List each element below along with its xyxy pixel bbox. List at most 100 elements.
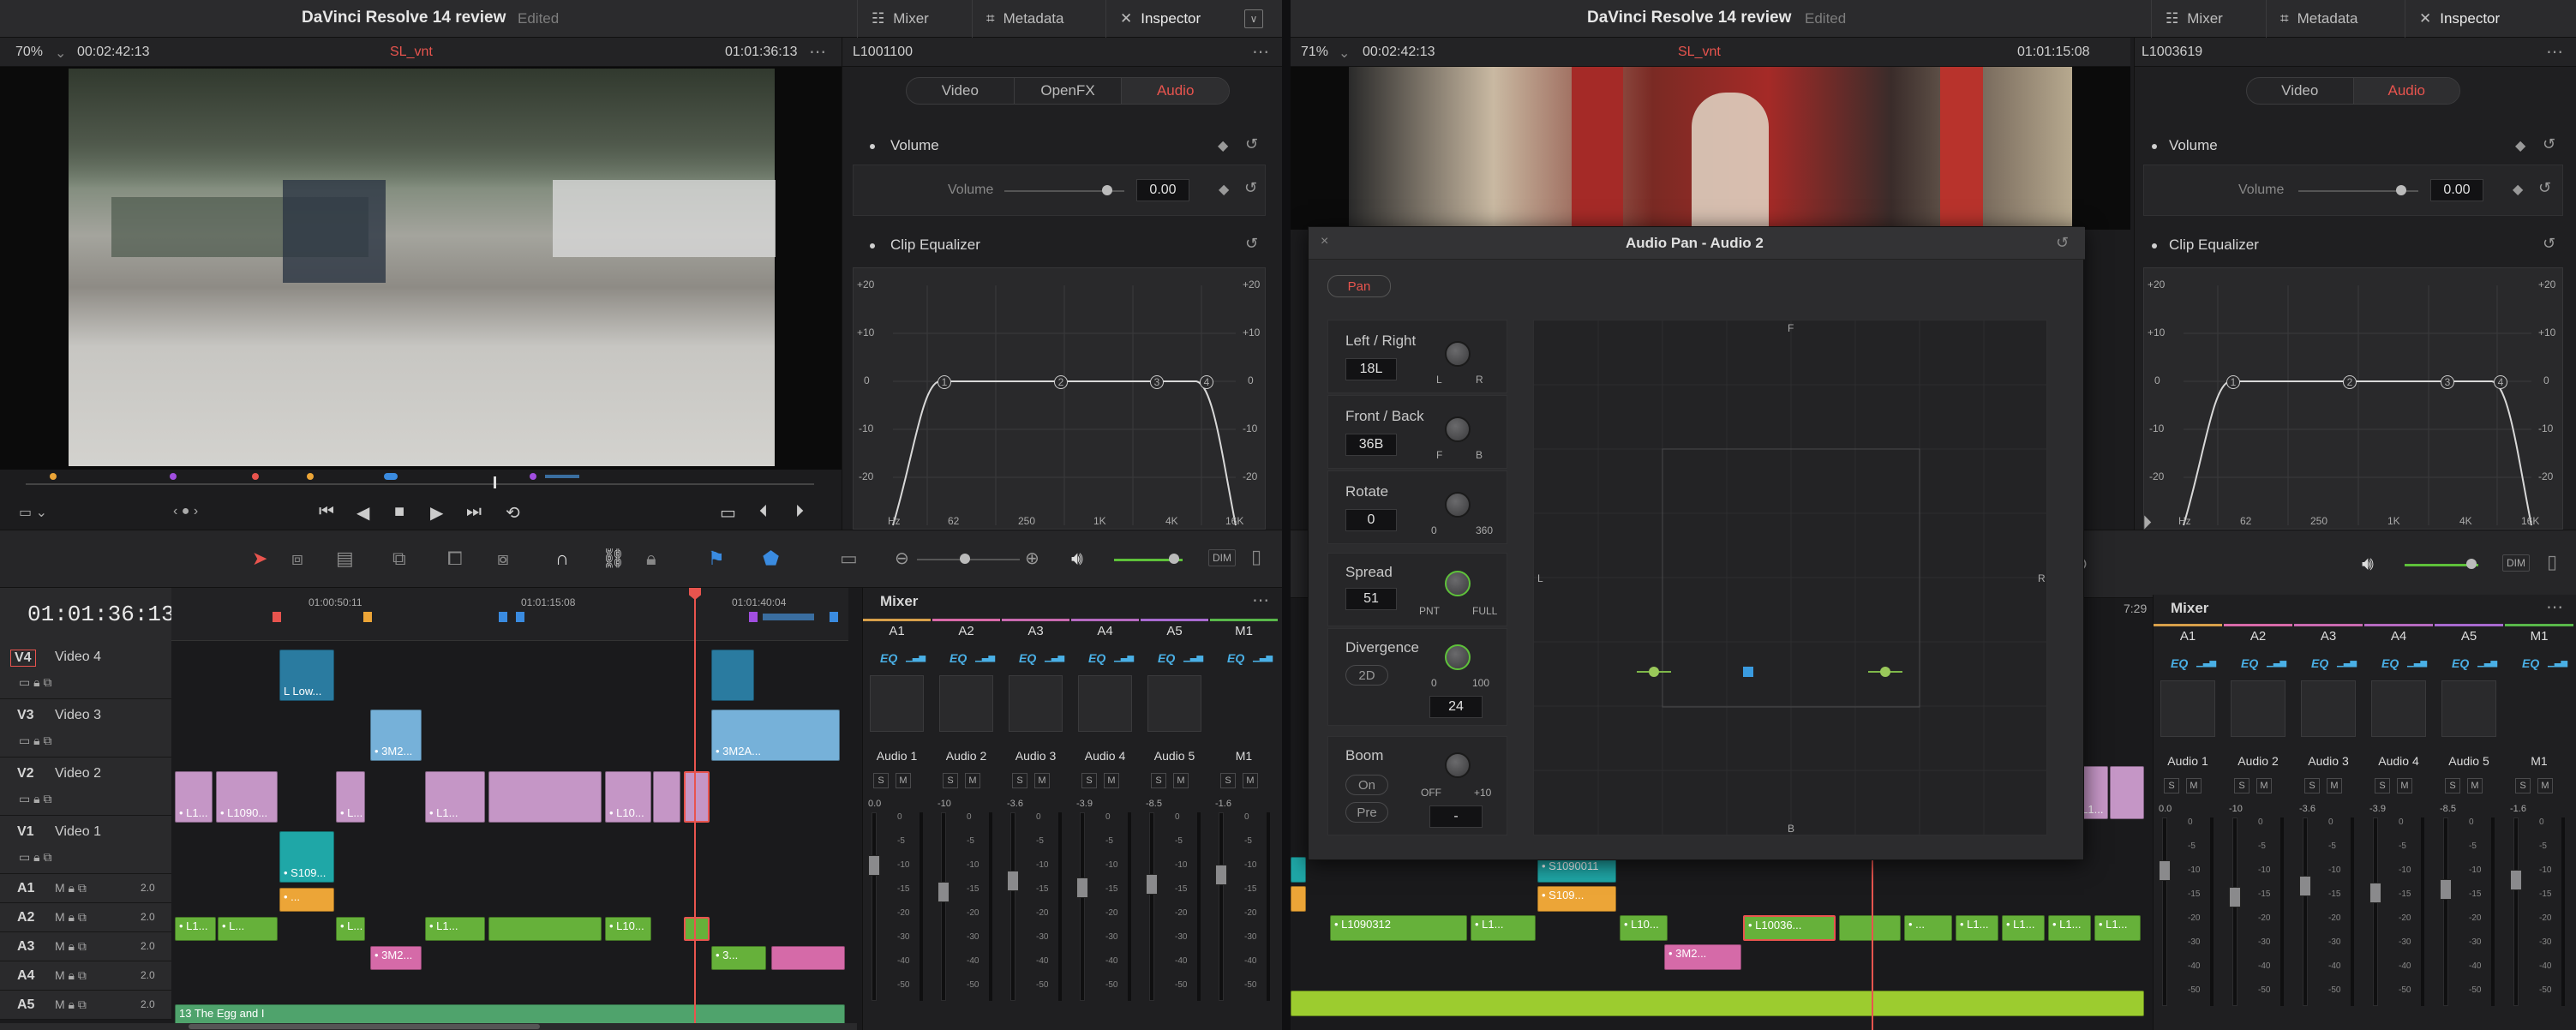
scrubber-bar[interactable] — [0, 470, 842, 495]
zoom-out-icon[interactable]: ⊖ — [895, 548, 909, 569]
zoom-level[interactable]: 71% — [1301, 45, 1328, 60]
mute-button[interactable]: M — [1034, 773, 1050, 788]
speaker-icon[interactable]: 🔊︎ — [2362, 553, 2374, 575]
last-frame-icon[interactable]: ⏭ — [466, 502, 482, 522]
timeline-clip-selected[interactable]: • L10036... — [1743, 915, 1836, 941]
timeline-clip[interactable]: • L1... — [175, 917, 216, 941]
overwrite-icon[interactable]: ⧠ — [447, 548, 463, 570]
volume-slider-handle[interactable] — [1102, 185, 1112, 195]
timeline-marker[interactable] — [499, 612, 507, 622]
eq-button[interactable]: EQ — [1088, 651, 1105, 665]
eq-band-handle[interactable]: 4 — [2494, 375, 2507, 389]
front-back-knob[interactable] — [1445, 416, 1471, 442]
fader-handle[interactable] — [2299, 876, 2311, 897]
timeline-clip[interactable]: • L1... — [175, 771, 213, 823]
timeline-clip[interactable]: • L... — [336, 917, 365, 941]
timeline-clip[interactable] — [771, 946, 845, 970]
timeline-clip[interactable] — [488, 771, 602, 823]
timeline-clip-music[interactable] — [1291, 991, 2144, 1016]
section-enable-dot[interactable] — [870, 243, 875, 249]
solo-button[interactable]: S — [2164, 778, 2179, 793]
reset-icon[interactable]: ↺ — [2538, 179, 2551, 197]
spread-value[interactable]: 51 — [1345, 588, 1397, 610]
keyframe-icon[interactable]: ◆ — [1218, 137, 1228, 154]
divergence-value[interactable]: 24 — [1429, 696, 1483, 718]
close-icon[interactable]: × — [1321, 234, 1328, 249]
timeline-clip[interactable]: • S109... — [279, 831, 334, 883]
lock-icon[interactable]: 🔒︎ — [646, 548, 656, 570]
inspector-tab[interactable]: ✕ Inspector — [1105, 0, 1214, 38]
marker-icon[interactable] — [530, 473, 536, 480]
clip-eq-section-title[interactable]: Clip Equalizer — [2169, 237, 2259, 254]
eq-button[interactable]: EQ — [2452, 656, 2469, 670]
timeline-clip[interactable] — [711, 650, 754, 701]
section-enable-dot[interactable] — [2152, 144, 2157, 149]
timeline-marker[interactable] — [749, 612, 758, 622]
eq-band-handle[interactable]: 1 — [938, 375, 951, 389]
mute-button[interactable]: M — [2537, 778, 2553, 793]
reverse-icon[interactable]: ◀ — [356, 502, 369, 524]
timeline-clip[interactable] — [2110, 766, 2144, 819]
track-toggle-icon[interactable]: M 🔒︎ ⧉ — [55, 881, 87, 895]
reset-icon[interactable]: ↺ — [2543, 235, 2555, 253]
timeline-ruler[interactable]: 01:00:50:11 01:01:15:08 01:01:40:04 — [171, 588, 848, 641]
track-toggle-icon[interactable]: M 🔒︎ ⧉ — [55, 997, 87, 1012]
fader-handle[interactable] — [1215, 865, 1227, 886]
clip-eq-section-title[interactable]: Clip Equalizer — [890, 237, 980, 254]
timeline-clip[interactable]: • L10... — [605, 917, 651, 941]
fader-handle[interactable] — [868, 855, 880, 877]
replace-icon[interactable]: ⧇ — [497, 548, 509, 570]
eq-button[interactable]: EQ — [1158, 651, 1175, 665]
track-name[interactable]: Video 2 — [55, 766, 101, 781]
track-toggle-icon[interactable]: M 🔒︎ ⧉ — [55, 910, 87, 925]
solo-button[interactable]: S — [943, 773, 958, 788]
view-options-icon[interactable]: ▭ ⌄ — [19, 504, 47, 521]
rotate-value[interactable]: 0 — [1345, 509, 1397, 531]
eq-band-handle[interactable]: 4 — [1200, 375, 1213, 389]
timeline-scrollbar[interactable] — [0, 1023, 857, 1030]
prev-edit-icon[interactable]: ⏴ — [759, 502, 768, 522]
timeline-clip[interactable]: • ... — [279, 888, 334, 912]
play-icon[interactable]: ▶ — [430, 502, 443, 524]
volume-section-title[interactable]: Volume — [890, 137, 939, 154]
solo-button[interactable]: S — [2375, 778, 2390, 793]
mixer-tab[interactable]: ☷ Mixer — [2151, 0, 2237, 38]
timeline-marker[interactable] — [830, 612, 838, 622]
timeline-marker[interactable] — [273, 612, 281, 622]
solo-button[interactable]: S — [2515, 778, 2531, 793]
track-name[interactable]: Video 3 — [55, 708, 101, 723]
fader-track[interactable] — [1010, 812, 1015, 1001]
solo-button[interactable]: S — [873, 773, 889, 788]
fader-track[interactable] — [941, 812, 946, 1001]
timeline-clip[interactable] — [1291, 886, 1306, 912]
eq-button[interactable]: EQ — [2241, 656, 2258, 670]
timeline-clip[interactable]: • L1... — [1471, 915, 1536, 941]
fader-track[interactable] — [2232, 817, 2238, 1006]
track-toggle-icon[interactable]: M 🔒︎ ⧉ — [55, 968, 87, 983]
pan-toggle-button[interactable]: Pan — [1327, 275, 1391, 297]
timeline-clip[interactable] — [1839, 915, 1901, 941]
volume-value[interactable]: 0.00 — [2430, 179, 2483, 201]
zoom-chevron-icon[interactable]: ⌄ — [55, 45, 66, 62]
track-toggle-icon[interactable]: ▭ 🔒︎ ⧉ — [19, 850, 51, 865]
pan-thumbnail[interactable] — [2160, 680, 2215, 737]
match-frame-icon[interactable]: ▭ — [720, 502, 736, 524]
timeline-clip[interactable]: • S1090011 — [1537, 857, 1616, 883]
fader-handle[interactable] — [1007, 871, 1019, 892]
track-name[interactable]: Video 1 — [55, 824, 101, 840]
pan-thumbnail[interactable] — [2301, 680, 2356, 737]
fader-handle[interactable] — [2510, 870, 2522, 891]
master-volume-handle[interactable] — [2466, 559, 2477, 569]
trim-tool-icon[interactable]: ⧈ — [291, 548, 303, 570]
link-icon[interactable]: ⛓ — [602, 548, 626, 570]
playhead-marker[interactable] — [494, 476, 496, 488]
fader-track[interactable] — [2162, 817, 2167, 1006]
pan-thumbnail[interactable] — [2441, 680, 2496, 737]
volume-slider-handle[interactable] — [2396, 185, 2406, 195]
selection-tool-icon[interactable]: ➤ — [252, 548, 267, 570]
boom-knob[interactable] — [1445, 752, 1471, 778]
eq-band-handle[interactable]: 2 — [2343, 375, 2357, 389]
mute-button[interactable]: M — [2467, 778, 2483, 793]
fader-handle[interactable] — [1076, 877, 1088, 898]
collapse-chevron-icon[interactable]: ∨ — [1244, 9, 1263, 28]
